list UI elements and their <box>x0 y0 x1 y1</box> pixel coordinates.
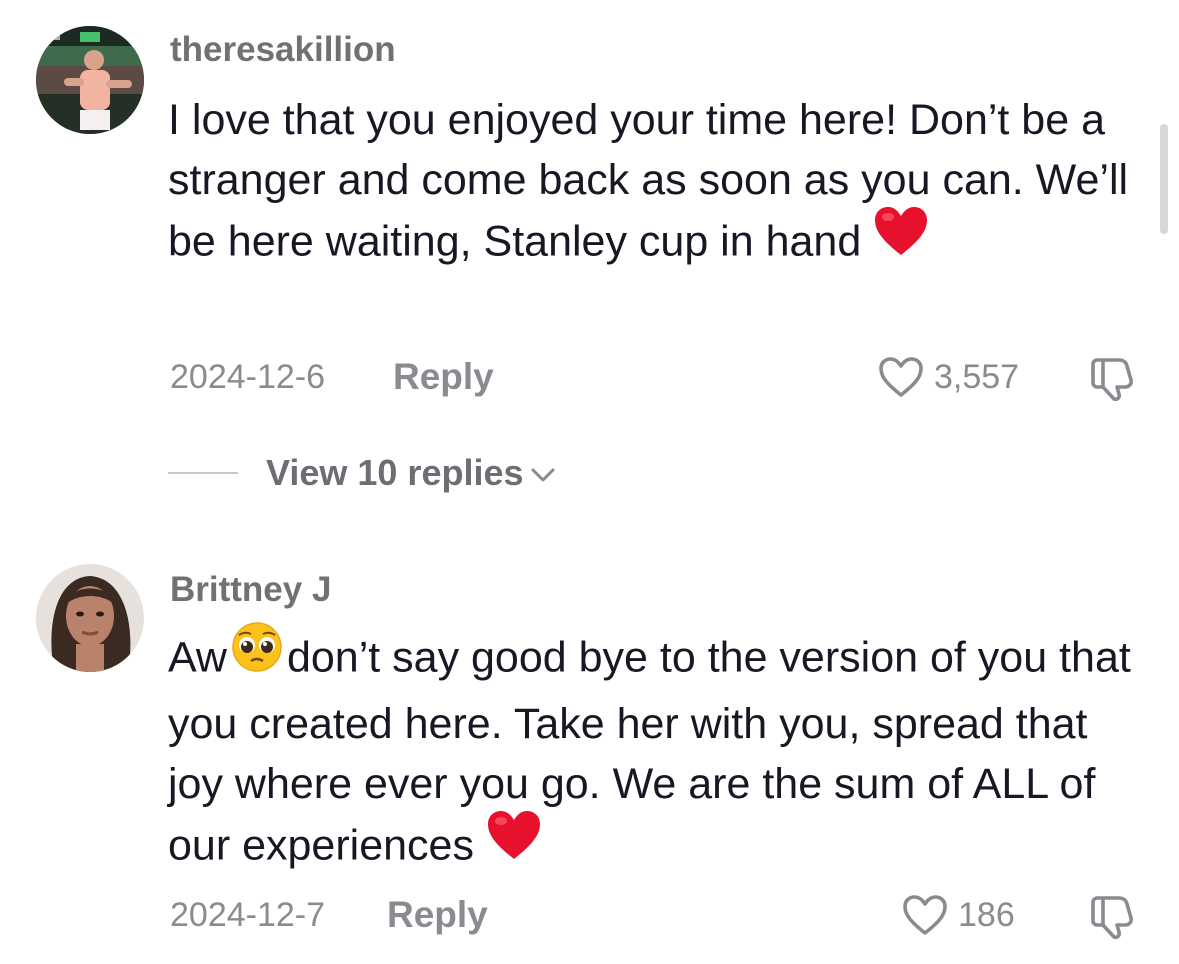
comment-item: theresakillion I love that you enjoyed y… <box>0 0 1179 520</box>
comment-username[interactable]: theresakillion <box>170 30 396 70</box>
comment-username[interactable]: Brittney J <box>170 570 331 610</box>
avatar[interactable] <box>36 26 144 134</box>
reply-button[interactable]: Reply <box>393 352 494 402</box>
thumbs-down-icon[interactable] <box>1089 354 1139 402</box>
comment-item: Brittney J Aw don’t say good bye to the v… <box>0 540 1179 964</box>
divider <box>168 472 238 474</box>
comment-text-content: don’t say good bye to the version of you… <box>168 633 1131 870</box>
red-heart-emoji <box>486 809 542 877</box>
view-replies-label: View 10 replies <box>266 452 524 493</box>
avatar[interactable] <box>36 564 144 672</box>
like-button[interactable]: 3,557 <box>878 352 1019 402</box>
comment-text: Aw don’t say good bye to the version of y… <box>168 622 1153 882</box>
scrollbar[interactable] <box>1160 124 1168 234</box>
comment-text-content: I love that you enjoyed your time here! … <box>168 96 1129 266</box>
comment-text-content: Aw <box>168 633 227 682</box>
comment-date: 2024-12-6 <box>170 358 326 396</box>
comment-date: 2024-12-7 <box>170 896 326 934</box>
heart-outline-icon <box>903 895 947 935</box>
comment-text: I love that you enjoyed your time here! … <box>168 90 1153 278</box>
chevron-down-icon <box>531 468 555 482</box>
view-replies-button[interactable]: View 10 replies <box>168 448 556 498</box>
like-button[interactable]: 186 <box>902 890 1015 940</box>
comment-meta-row: 2024-12-6 Reply 3,557 <box>170 352 1139 402</box>
pleading-face-emoji <box>229 621 285 689</box>
thumbs-down-icon[interactable] <box>1089 892 1139 940</box>
red-heart-emoji <box>873 205 929 273</box>
like-count: 3,557 <box>934 358 1020 396</box>
comment-meta-row: 2024-12-7 Reply 186 <box>170 890 1139 940</box>
reply-button[interactable]: Reply <box>387 890 488 940</box>
like-count: 186 <box>958 896 1015 934</box>
heart-outline-icon <box>879 357 923 397</box>
